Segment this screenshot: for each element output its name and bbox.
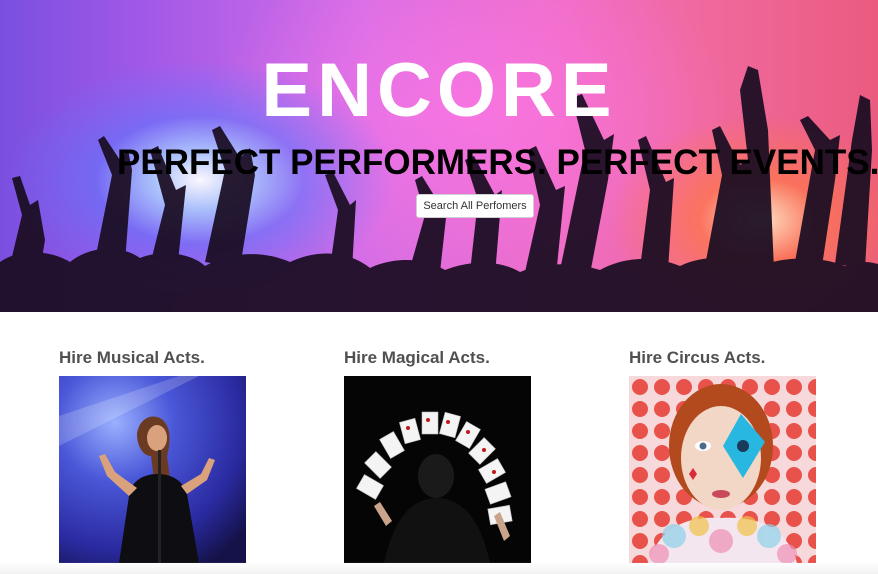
harlequin-face-paint-photo[interactable] — [629, 376, 816, 563]
act-title-magical[interactable]: Hire Magical Acts. — [344, 347, 574, 369]
act-card-musical[interactable]: Hire Musical Acts. — [59, 347, 289, 563]
singer-on-stage-photo[interactable] — [59, 376, 246, 563]
act-card-circus[interactable]: Hire Circus Acts. — [629, 347, 859, 563]
act-title-musical[interactable]: Hire Musical Acts. — [59, 347, 289, 369]
hero-banner: ENCORE PERFECT PERFORMERS. PERFECT EVENT… — [0, 0, 878, 312]
magician-card-fan-photo[interactable] — [344, 376, 531, 563]
search-performers-button[interactable]: Search All Perfomers — [416, 194, 534, 218]
act-title-circus[interactable]: Hire Circus Acts. — [629, 347, 859, 369]
act-card-magical[interactable]: Hire Magical Acts. — [344, 347, 574, 563]
hero-tagline: PERFECT PERFORMERS. PERFECT EVENTS. — [117, 143, 878, 182]
site-title: ENCORE — [261, 48, 617, 133]
page-bottom-fade — [0, 562, 878, 574]
